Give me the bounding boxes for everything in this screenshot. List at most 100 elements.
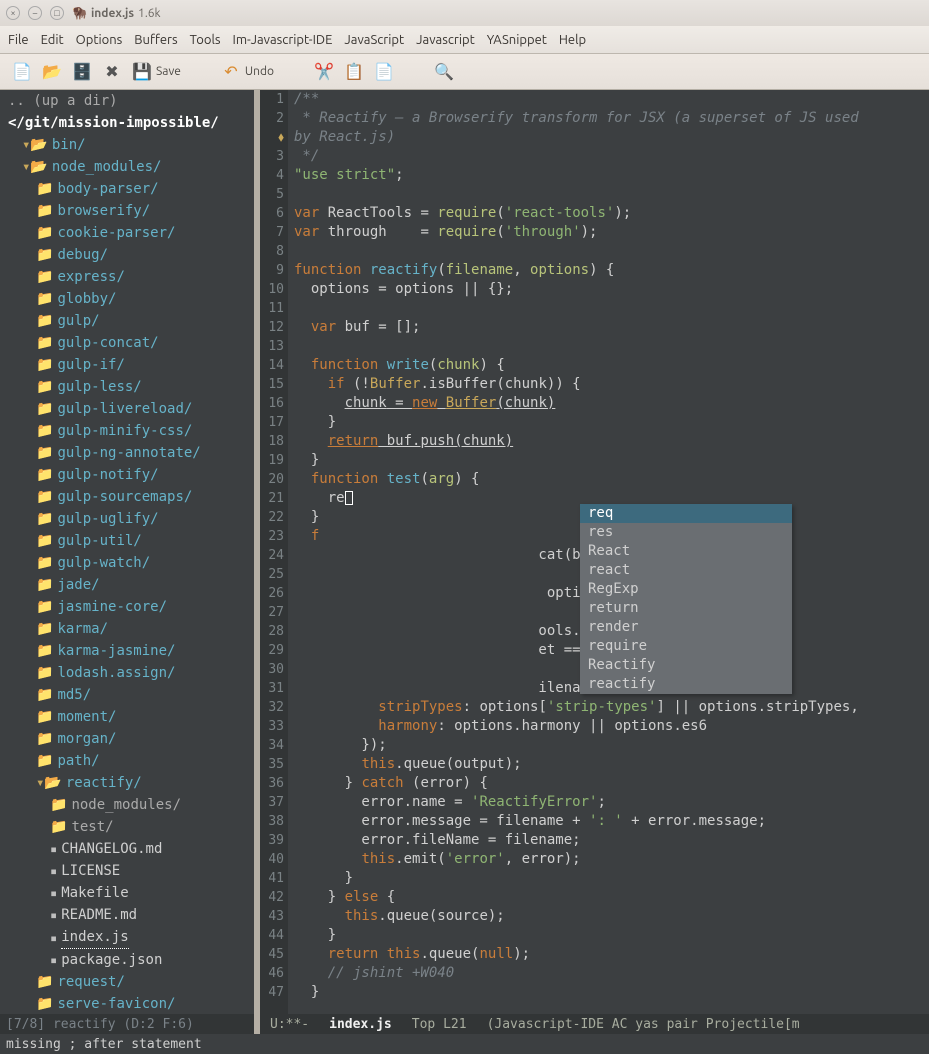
file-item[interactable]: ▪CHANGELOG.md (0, 838, 254, 860)
autocomplete-item[interactable]: React (580, 542, 792, 561)
autocomplete-item[interactable]: react (580, 561, 792, 580)
item-label: node_modules/ (52, 156, 162, 178)
paste-button[interactable]: 📄 (374, 62, 394, 82)
dir-item[interactable]: 📁jade/ (0, 574, 254, 596)
dir-item[interactable]: 📁karma/ (0, 618, 254, 640)
new-file-icon: 📄 (12, 62, 32, 82)
autocomplete-item[interactable]: RegExp (580, 580, 792, 599)
dir-item[interactable]: 📁serve-favicon/ (0, 993, 254, 1014)
paste-icon: 📄 (374, 62, 394, 82)
file-item[interactable]: ▪Makefile (0, 882, 254, 904)
dir-item[interactable]: 📁gulp-sourcemaps/ (0, 486, 254, 508)
new-file-button[interactable]: 📄 (12, 62, 32, 82)
dir-item[interactable]: 📁gulp-less/ (0, 376, 254, 398)
menu-javascript[interactable]: Javascript (416, 33, 475, 47)
minimize-window-button[interactable]: – (28, 6, 42, 20)
open-file-button[interactable]: 📂 (42, 62, 62, 82)
file-item[interactable]: ▪LICENSE (0, 860, 254, 882)
folder-icon: 📁 (36, 552, 53, 574)
dir-item[interactable]: 📁gulp-if/ (0, 354, 254, 376)
close-button[interactable]: ✖ (102, 62, 122, 82)
dir-item[interactable]: 📁request/ (0, 971, 254, 993)
autocomplete-popup[interactable]: reqresReactreactRegExpreturnrenderrequir… (580, 504, 792, 694)
autocomplete-item[interactable]: render (580, 618, 792, 637)
dir-item[interactable]: 📁moment/ (0, 706, 254, 728)
close-window-button[interactable]: × (6, 6, 20, 20)
dir-item[interactable]: 📁gulp/ (0, 310, 254, 332)
menu-options[interactable]: Options (76, 33, 123, 47)
folder-open-icon: ▾📂 (36, 772, 62, 794)
dir-item[interactable]: 📁browserify/ (0, 200, 254, 222)
item-label: bin/ (52, 134, 86, 156)
dir-item[interactable]: 📁gulp-notify/ (0, 464, 254, 486)
item-label: gulp-livereload/ (57, 398, 192, 420)
item-label: gulp-concat/ (57, 332, 158, 354)
folder-icon: 📁 (36, 332, 53, 354)
dir-item[interactable]: 📁debug/ (0, 244, 254, 266)
dir-item[interactable]: 📁cookie-parser/ (0, 222, 254, 244)
autocomplete-item[interactable]: require (580, 637, 792, 656)
titlebar: × – □ 🦬 index.js 1.6k (0, 0, 929, 26)
dir-item[interactable]: 📁gulp-minify-css/ (0, 420, 254, 442)
dir-item[interactable]: 📁gulp-util/ (0, 530, 254, 552)
menu-edit[interactable]: Edit (41, 33, 64, 47)
dir-item[interactable]: ▾📂reactify/ (0, 772, 254, 794)
dir-item[interactable]: 📁express/ (0, 266, 254, 288)
folder-icon: 📁 (36, 244, 53, 266)
folder-icon: 📁 (36, 486, 53, 508)
dir-item[interactable]: 📁globby/ (0, 288, 254, 310)
autocomplete-item[interactable]: reactify (580, 675, 792, 694)
dir-item[interactable]: 📁karma-jasmine/ (0, 640, 254, 662)
item-label: gulp-watch/ (57, 552, 150, 574)
dir-item[interactable]: 📁jasmine-core/ (0, 596, 254, 618)
dir-item[interactable]: 📁md5/ (0, 684, 254, 706)
dir-item[interactable]: 📁test/ (0, 816, 254, 838)
dir-item[interactable]: 📁path/ (0, 750, 254, 772)
dir-item[interactable]: 📁gulp-concat/ (0, 332, 254, 354)
autocomplete-item[interactable]: return (580, 599, 792, 618)
dir-item[interactable]: 📁gulp-livereload/ (0, 398, 254, 420)
file-item[interactable]: ▪README.md (0, 904, 254, 926)
copy-button[interactable]: 📋 (344, 62, 364, 82)
autocomplete-item[interactable]: Reactify (580, 656, 792, 675)
menu-javascript[interactable]: JavaScript (344, 33, 404, 47)
file-item[interactable]: ▪index.js (0, 926, 254, 949)
item-label: LICENSE (61, 860, 120, 882)
folder-icon: 📁 (36, 442, 53, 464)
cut-button[interactable]: ✂️ (314, 62, 334, 82)
item-label: index.js (61, 926, 128, 949)
autocomplete-item[interactable]: req (580, 504, 792, 523)
menu-im-javascript-ide[interactable]: Im-Javascript-IDE (233, 33, 333, 47)
up-directory[interactable]: .. (up a dir) (0, 90, 254, 112)
maximize-window-button[interactable]: □ (50, 6, 64, 20)
dired-sidebar[interactable]: .. (up a dir) </git/mission-impossible/ … (0, 90, 254, 1014)
dir-item[interactable]: 📁gulp-watch/ (0, 552, 254, 574)
dir-item[interactable]: 📁body-parser/ (0, 178, 254, 200)
undo-button[interactable]: ↶Undo (221, 62, 274, 82)
save-button[interactable]: 💾Save (132, 62, 181, 82)
folder-icon: 📁 (36, 508, 53, 530)
menu-help[interactable]: Help (559, 33, 586, 47)
item-label: CHANGELOG.md (61, 838, 162, 860)
dir-item[interactable]: ▾📂bin/ (0, 134, 254, 156)
folder-icon: 📁 (36, 288, 53, 310)
dir-item[interactable]: 📁lodash.assign/ (0, 662, 254, 684)
dir-item[interactable]: 📁node_modules/ (0, 794, 254, 816)
dir-item[interactable]: 📁morgan/ (0, 728, 254, 750)
autocomplete-item[interactable]: res (580, 523, 792, 542)
folder-icon: 📁 (36, 310, 53, 332)
cut-icon: ✂️ (314, 62, 334, 82)
menu-file[interactable]: File (8, 33, 29, 47)
editor[interactable]: 12⬧3456789101112131415161718192021222324… (260, 90, 929, 1014)
search-button[interactable]: 🔍 (434, 62, 454, 82)
item-label: globby/ (57, 288, 116, 310)
dir-item[interactable]: 📁gulp-ng-annotate/ (0, 442, 254, 464)
menu-buffers[interactable]: Buffers (134, 33, 177, 47)
menu-tools[interactable]: Tools (190, 33, 221, 47)
dir-item[interactable]: 📁gulp-uglify/ (0, 508, 254, 530)
save-all-button[interactable]: 🗄️ (72, 62, 92, 82)
dir-item[interactable]: ▾📂node_modules/ (0, 156, 254, 178)
folder-icon: 📁 (36, 574, 53, 596)
file-item[interactable]: ▪package.json (0, 949, 254, 971)
menu-yasnippet[interactable]: YASnippet (487, 33, 547, 47)
